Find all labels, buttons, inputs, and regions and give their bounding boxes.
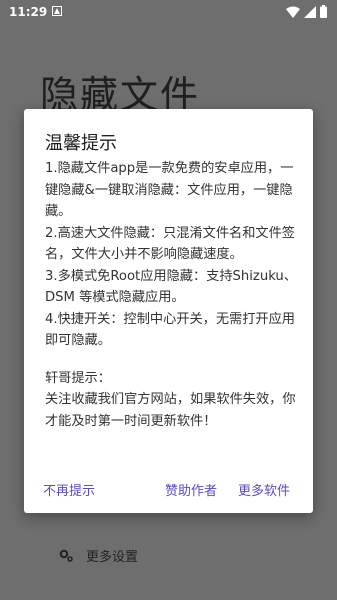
notification-icon	[52, 6, 62, 16]
note-title: 轩哥提示：	[45, 370, 111, 386]
status-time: 11:29	[9, 5, 48, 19]
more-settings-item[interactable]: 更多设置	[58, 545, 138, 565]
tip-item-1: 1.隐藏文件app是一款免费的安卓应用，一键隐藏&一键取消隐藏：文件应用，一键隐…	[45, 161, 294, 219]
battery-icon	[320, 5, 327, 18]
tip-item-2: 2.高速大文件隐藏：只混淆文件名和文件签名，文件大小并不影响隐藏速度。	[45, 225, 295, 263]
tip-item-4: 4.快捷开关：控制中心开关，无需打开应用即可隐藏。	[45, 311, 295, 349]
sponsor-author-button[interactable]: 赞助作者	[165, 480, 217, 499]
tip-item-3: 3.多模式免Root应用隐藏：支持Shizuku、DSM 等模式隐藏应用。	[45, 268, 297, 306]
dialog-actions: 不再提示 赞助作者 更多软件	[24, 475, 313, 499]
dialog-title: 温馨提示	[45, 133, 117, 154]
gear-icon	[59, 549, 73, 562]
signal-icon	[304, 6, 316, 18]
more-software-button[interactable]: 更多软件	[238, 480, 290, 499]
more-settings-label: 更多设置	[86, 549, 139, 565]
dont-show-again-button[interactable]: 不再提示	[43, 480, 95, 499]
note-text: 关注收藏我们官方网站，如果软件失效，你才能及时第一时间更新软件！	[45, 392, 296, 429]
status-bar: 11:29	[0, 0, 337, 24]
dialog-body: 1.隐藏文件app是一款免费的安卓应用，一键隐藏&一键取消隐藏：文件应用，一键隐…	[45, 158, 301, 432]
tips-dialog: 温馨提示 1.隐藏文件app是一款免费的安卓应用，一键隐藏&一键取消隐藏：文件应…	[24, 109, 313, 513]
wifi-icon	[286, 6, 300, 18]
